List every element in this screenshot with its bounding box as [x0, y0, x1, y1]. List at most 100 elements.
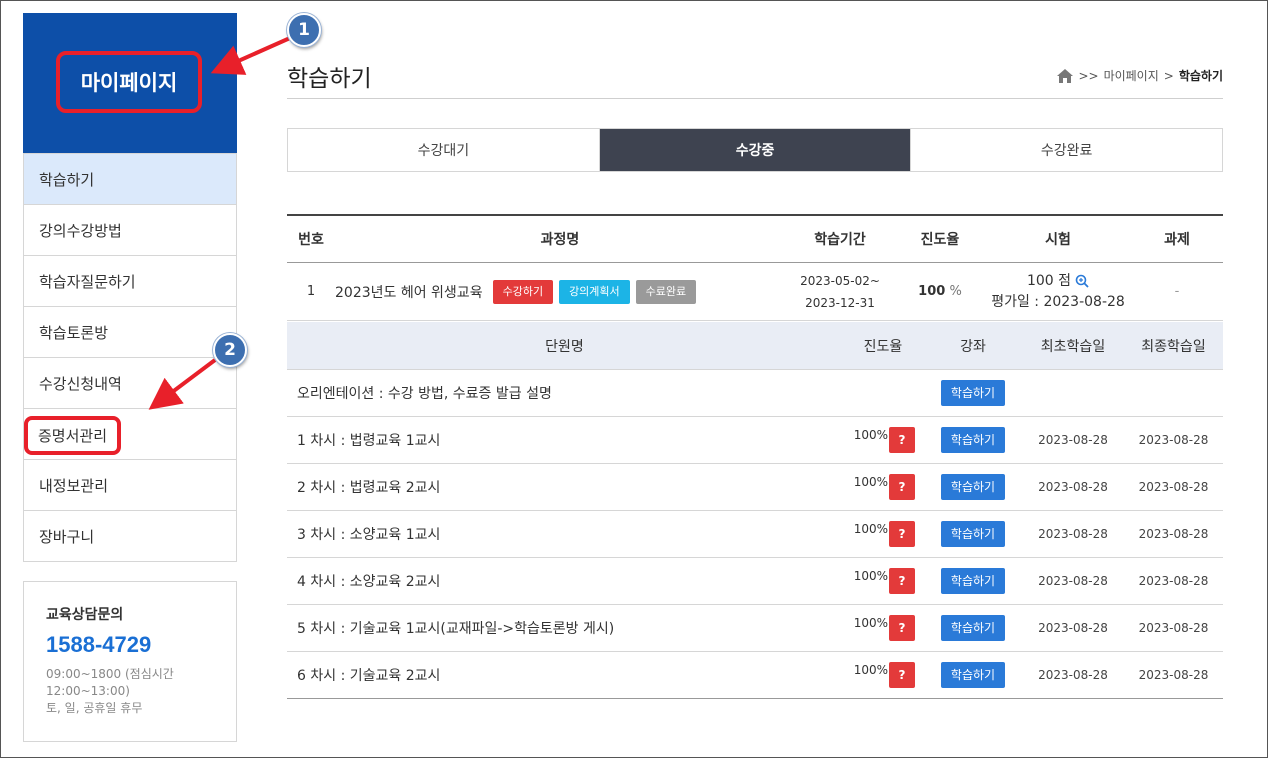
tab-completed[interactable]: 수강완료 [910, 129, 1222, 171]
contact-hours: 09:00~1800 (점심시간 12:00~13:00) [46, 667, 174, 698]
first-study-date: 2023-08-28 [1038, 480, 1108, 494]
annotation-badge-1: 1 [287, 13, 321, 47]
sidebar-item-questions[interactable]: 학습자질문하기 [24, 255, 236, 306]
course-row: 1 2023년도 헤어 위생교육 수강하기 강의계획서 수료완료 2023-05… [287, 263, 1223, 321]
course-task: - [1174, 284, 1180, 299]
col-first-study: 최초학습일 [1040, 338, 1106, 355]
last-study-date: 2023-08-28 [1138, 668, 1209, 682]
col-exam: 시험 [1045, 232, 1071, 248]
unit-row: 6 차시 : 기술교육 2교시 100%? 학습하기 2023-08-28 2023-0… [287, 652, 1223, 699]
study-button[interactable]: 학습하기 [940, 474, 1006, 500]
unit-progress: 100% [853, 475, 888, 489]
quiz-button[interactable]: ? [889, 427, 915, 453]
title-divider [287, 98, 1223, 99]
study-button[interactable]: 학습하기 [940, 662, 1006, 688]
course-no: 1 [306, 284, 316, 299]
quiz-button[interactable]: ? [889, 568, 915, 594]
breadcrumb: >> 마이페이지 > 학습하기 [1057, 67, 1223, 84]
col-last-study: 최종학습일 [1141, 338, 1206, 355]
sidebar-item-my-info[interactable]: 내정보관리 [24, 459, 236, 510]
unit-row: 2 차시 : 법령교육 2교시 100%? 학습하기 2023-08-28 2023-0… [287, 464, 1223, 511]
first-study-date: 2023-08-28 [1038, 621, 1108, 635]
period-end: 2023-12-31 [805, 295, 875, 310]
exam-date: 평가일 : 2023-08-28 [991, 293, 1125, 310]
course-name: 2023년도 헤어 위생교육 [335, 284, 483, 301]
first-study-date: 2023-08-28 [1038, 527, 1108, 541]
page-title: 학습하기 [287, 66, 372, 92]
breadcrumb-current: 학습하기 [1178, 69, 1223, 83]
unit-row: 오리엔테이션 : 수강 방법, 수료증 발급 설명 학습하기 [287, 370, 1223, 417]
unit-name: 4 차시 : 소양교육 2교시 [297, 574, 441, 590]
sidebar-item-study[interactable]: 학습하기 [24, 153, 236, 204]
mypage-title[interactable]: 마이페이지 [56, 51, 202, 113]
unit-name: 6 차시 : 기술교육 2교시 [297, 668, 441, 684]
home-icon[interactable] [1057, 68, 1074, 83]
contact-info: 09:00~1800 (점심시간 12:00~13:00) 토, 일, 공휴일 … [46, 666, 196, 717]
course-table-header: 번호 과정명 학습기간 진도율 시험 과제 [287, 216, 1223, 263]
sidebar-item-certificates[interactable]: 증명서관리 [24, 408, 236, 459]
quiz-button[interactable]: ? [889, 521, 915, 547]
completion-button[interactable]: 수료완료 [635, 279, 697, 304]
sidebar-item-label: 학습자질문하기 [39, 272, 136, 291]
sidebar-item-label: 내정보관리 [39, 476, 109, 495]
col-no: 번호 [298, 232, 324, 248]
col-lecture: 강좌 [960, 338, 986, 355]
study-button[interactable]: 학습하기 [940, 615, 1006, 641]
tab-waiting[interactable]: 수강대기 [288, 129, 599, 171]
sidebar-item-cart[interactable]: 장바구니 [24, 510, 236, 561]
study-button[interactable]: 학습하기 [940, 427, 1006, 453]
unit-progress: 100% [853, 428, 888, 442]
unit-progress: 100% [853, 569, 888, 583]
first-study-date: 2023-08-28 [1038, 433, 1108, 447]
unit-name: 2 차시 : 법령교육 2교시 [297, 480, 441, 496]
quiz-button[interactable]: ? [889, 662, 915, 688]
first-study-date: 2023-08-28 [1038, 668, 1108, 682]
start-study-button[interactable]: 수강하기 [492, 279, 554, 304]
sidebar-item-label: 장바구니 [39, 527, 95, 546]
first-study-date: 2023-08-28 [1038, 574, 1108, 588]
breadcrumb-separator: >> [1078, 68, 1099, 83]
unit-row: 5 차시 : 기술교육 1교시(교재파일->학습토론방 게시) 100%? 학습하기… [287, 605, 1223, 652]
col-unit-name: 단원명 [545, 338, 584, 355]
progress-value: 100 [918, 284, 946, 299]
breadcrumb-parent[interactable]: 마이페이지 [1104, 67, 1159, 84]
course-progress: 100 % [895, 263, 985, 320]
sidebar-item-label: 학습하기 [39, 170, 95, 189]
unit-name: 오리엔테이션 : 수강 방법, 수료증 발급 설명 [297, 386, 552, 402]
col-unit-progress: 진도율 [863, 338, 903, 355]
col-task: 과제 [1164, 232, 1190, 248]
col-course-name: 과정명 [540, 232, 580, 248]
contact-holiday: 토, 일, 공휴일 휴무 [46, 701, 143, 715]
last-study-date: 2023-08-28 [1138, 574, 1209, 588]
unit-row: 1 차시 : 법령교육 1교시 100%? 학습하기 2023-08-28 2023-0… [287, 417, 1223, 464]
last-study-date: 2023-08-28 [1138, 621, 1209, 635]
contact-phone: 1588-4729 [46, 632, 152, 657]
study-button[interactable]: 학습하기 [940, 568, 1006, 594]
contact-title: 교육상담문의 [46, 607, 124, 623]
sidebar-item-discussion[interactable]: 학습토론방 [24, 306, 236, 357]
sidebar-item-how-to[interactable]: 강의수강방법 [24, 204, 236, 255]
breadcrumb-separator: > [1163, 68, 1174, 83]
study-button[interactable]: 학습하기 [940, 380, 1006, 406]
unit-name: 1 차시 : 법령교육 1교시 [297, 433, 441, 449]
course-period: 2023-05-02~ 2023-12-31 [785, 263, 895, 320]
quiz-button[interactable]: ? [889, 615, 915, 641]
sidebar-item-label: 수강신청내역 [39, 374, 122, 393]
sidebar-item-label: 증명서관리 [24, 415, 122, 455]
period-start: 2023-05-02~ [800, 273, 880, 288]
unit-name: 3 차시 : 소양교육 1교시 [297, 527, 441, 543]
zoom-icon[interactable] [1075, 274, 1089, 288]
tab-in-progress[interactable]: 수강중 [598, 129, 911, 171]
quiz-button[interactable]: ? [889, 474, 915, 500]
sidebar-item-enrollment-history[interactable]: 수강신청내역 [24, 357, 236, 408]
sidebar-item-label: 학습토론방 [39, 323, 109, 342]
syllabus-button[interactable]: 강의계획서 [559, 279, 630, 304]
status-tabs: 수강대기 수강중 수강완료 [287, 128, 1223, 172]
unit-progress: 100% [853, 663, 888, 677]
contact-box: 교육상담문의 1588-4729 09:00~1800 (점심시간 12:00~… [23, 581, 237, 742]
unit-progress: 100% [853, 616, 888, 630]
study-button[interactable]: 학습하기 [940, 521, 1006, 547]
last-study-date: 2023-08-28 [1138, 433, 1209, 447]
course-name-cell: 2023년도 헤어 위생교육 수강하기 강의계획서 수료완료 [335, 263, 785, 320]
exam-score: 100 점 [1026, 272, 1072, 289]
